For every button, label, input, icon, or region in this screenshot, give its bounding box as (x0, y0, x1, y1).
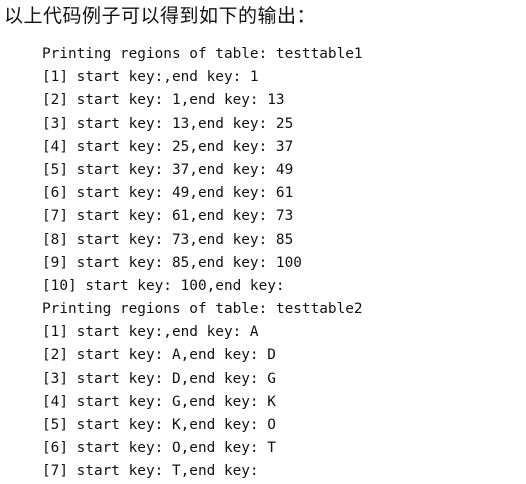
output-line: [8] start key: 73,end key: 85 (42, 231, 294, 248)
output-line: [6] start key: O,end key: T (42, 440, 276, 457)
code-output-block: Printing regions of table: testtable1 [1… (42, 43, 363, 484)
output-line: [7] start key: T,end key: (42, 463, 259, 480)
output-line: Printing regions of table: testtable2 (42, 301, 363, 318)
output-line: [4] start key: G,end key: K (42, 393, 276, 410)
output-line: [10] start key: 100,end key: (42, 277, 285, 294)
output-line: [7] start key: 61,end key: 73 (42, 208, 294, 225)
output-line: [5] start key: K,end key: O (42, 417, 276, 433)
output-line: [6] start key: 49,end key: 61 (42, 185, 294, 202)
intro-text: 以上代码例子可以得到如下的输出： (4, 5, 317, 27)
output-line: [4] start key: 25,end key: 37 (42, 138, 294, 155)
output-line: [3] start key: D,end key: G (42, 370, 276, 387)
output-line: [5] start key: 37,end key: 49 (42, 161, 294, 178)
output-line: [1] start key:,end key: 1 (42, 69, 259, 86)
output-line: [2] start key: A,end key: D (42, 347, 276, 364)
output-line: [1] start key:,end key: A (42, 324, 259, 341)
output-line: Printing regions of table: testtable1 (42, 46, 363, 62)
output-line: [2] start key: 1,end key: 13 (42, 92, 285, 109)
output-line: [3] start key: 13,end key: 25 (42, 115, 294, 132)
output-line: [9] start key: 85,end key: 100 (42, 254, 302, 271)
